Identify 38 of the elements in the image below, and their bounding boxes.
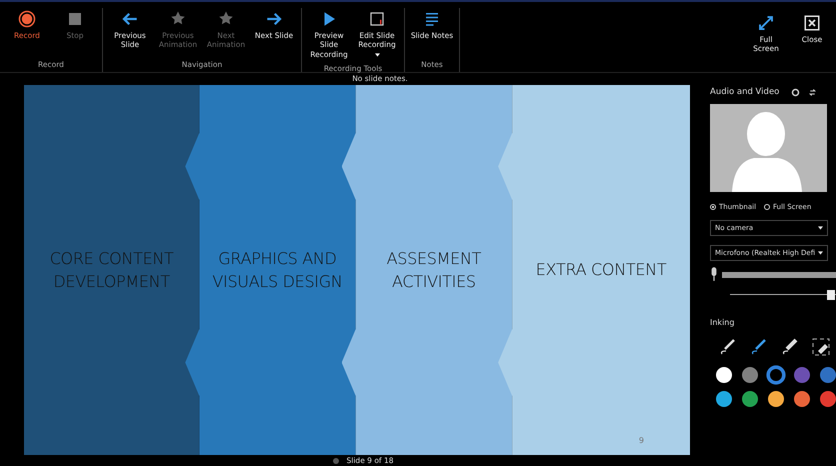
inking-title: Inking [710,318,736,327]
ink-color-swatch[interactable] [768,391,784,407]
expand-icon [757,14,775,32]
column-title: EXTRA CONTENT [536,259,666,282]
settings-icon[interactable] [791,88,800,96]
right-icon [265,10,283,28]
refresh-icon[interactable] [808,88,818,96]
ink-color-swatch[interactable] [766,365,786,385]
panel-title: Audio and Video [710,87,780,97]
microphone-icon [710,267,718,282]
caret-icon [818,226,823,230]
ink-color-swatch[interactable] [716,391,732,407]
edit-icon [368,10,386,28]
pen-icon[interactable] [718,337,738,357]
slide-number: 9 [638,436,644,445]
record-icon [18,10,36,28]
column-title: ASSESMENT ACTIVITIES [386,248,482,293]
column-title: GRAPHICS AND VISUALS DESIGN [211,248,344,293]
status-dot-icon [332,458,338,464]
ink-color-swatch[interactable] [794,367,810,383]
eraser-icon[interactable] [811,337,831,357]
ink-color-swatch[interactable] [742,391,758,407]
radio-circle[interactable] [764,204,770,210]
stop-icon [66,10,84,28]
notes-icon [423,10,441,28]
ink-color-swatch[interactable] [716,367,732,383]
left-icon [121,10,139,28]
close-icon [803,14,821,32]
radio-circle[interactable] [710,204,716,210]
pen-icon[interactable] [780,337,800,357]
ink-color-swatch[interactable] [820,367,836,383]
pen-icon[interactable] [749,337,769,357]
ink-color-swatch[interactable] [742,367,758,383]
caret-icon [818,251,823,255]
ink-color-swatch[interactable] [820,391,836,407]
ink-color-swatch[interactable] [794,391,810,407]
volume-slider[interactable] [730,288,836,302]
column-title: CORE CONTENT DEVELOPMENT [48,248,175,293]
